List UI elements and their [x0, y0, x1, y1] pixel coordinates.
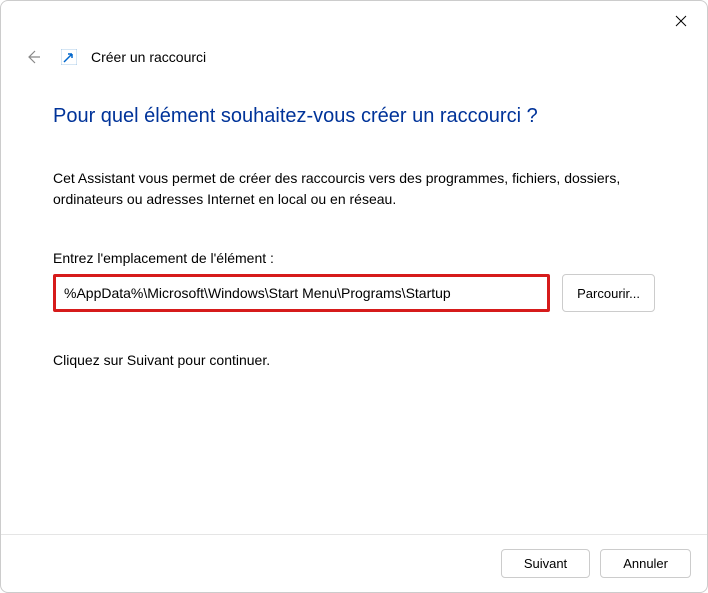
header-title: Créer un raccourci: [91, 49, 206, 65]
footer: Suivant Annuler: [1, 534, 707, 592]
page-heading: Pour quel élément souhaitez-vous créer u…: [53, 105, 655, 128]
continue-text: Cliquez sur Suivant pour continuer.: [53, 352, 655, 368]
content-area: Pour quel élément souhaitez-vous créer u…: [1, 65, 707, 534]
back-arrow-icon: [25, 49, 41, 65]
close-icon: [675, 15, 687, 27]
back-button[interactable]: [25, 49, 41, 65]
cancel-button[interactable]: Annuler: [600, 549, 691, 578]
location-label: Entrez l'emplacement de l'élément :: [53, 250, 655, 266]
browse-button[interactable]: Parcourir...: [562, 274, 655, 312]
header-row: Créer un raccourci: [1, 41, 707, 65]
close-button[interactable]: [673, 13, 689, 29]
titlebar: [1, 1, 707, 41]
location-input[interactable]: [53, 274, 550, 312]
input-row: Parcourir...: [53, 274, 655, 312]
shortcut-icon: [61, 49, 77, 65]
create-shortcut-dialog: Créer un raccourci Pour quel élément sou…: [0, 0, 708, 593]
next-button[interactable]: Suivant: [501, 549, 590, 578]
description-text: Cet Assistant vous permet de créer des r…: [53, 168, 655, 210]
